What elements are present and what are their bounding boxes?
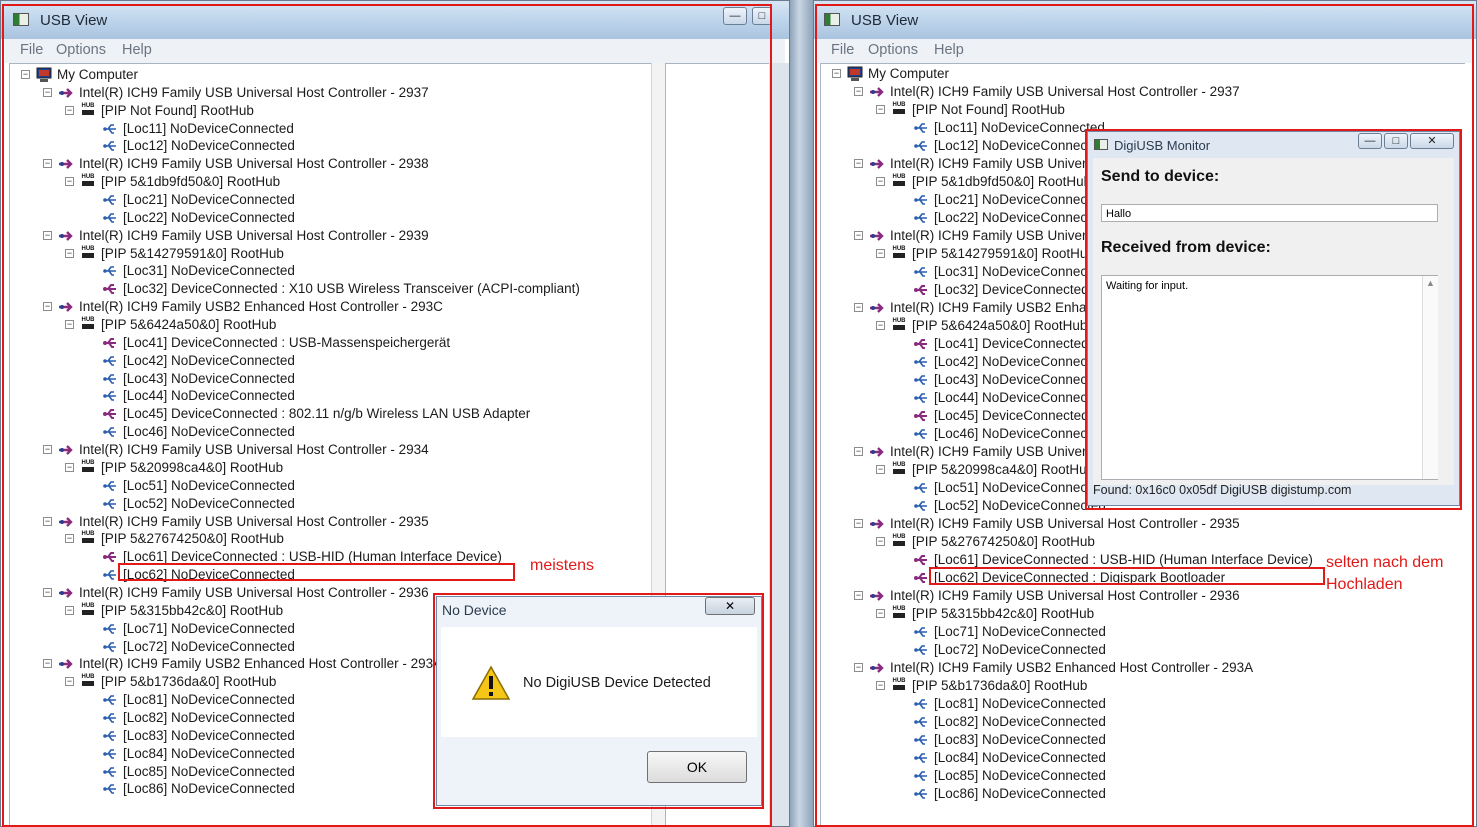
highlight-loc62-left [118, 563, 515, 581]
annotation-selten-line2: Hochladen [1326, 576, 1403, 593]
window-gap [790, 0, 813, 827]
annotation-frame-monitor [1085, 129, 1462, 510]
highlight-loc62-right [929, 567, 1325, 585]
annotation-meistens: meistens [530, 557, 595, 574]
pane-splitter[interactable] [769, 63, 789, 826]
annotation-selten-line1: selten nach dem [1326, 554, 1444, 571]
annotation-frame-dialog [433, 593, 764, 809]
